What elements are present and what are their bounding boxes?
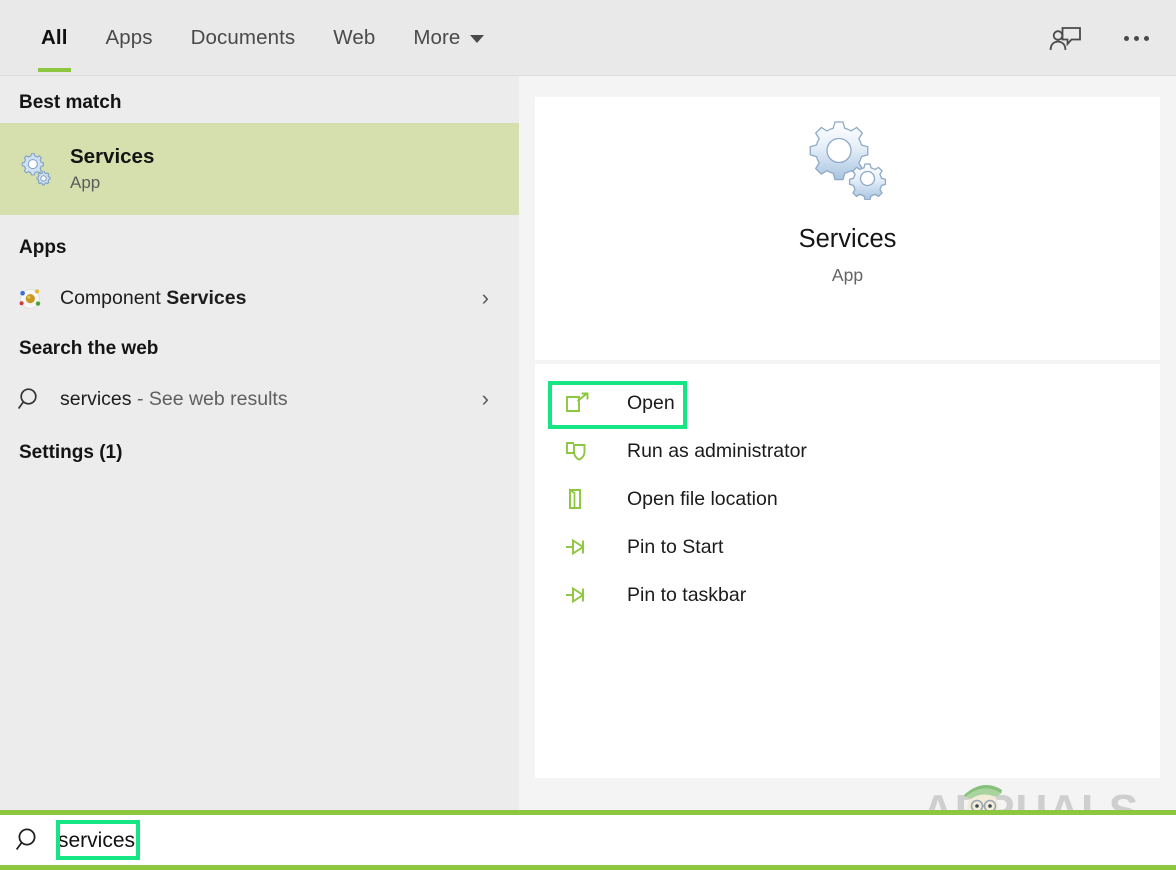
tab-more[interactable]: More (394, 0, 503, 76)
feedback-button[interactable] (1044, 16, 1088, 60)
results-list: Best match Services App Apps Component S… (0, 76, 519, 810)
preview-app-subtitle: App (831, 265, 864, 285)
tab-documents-label: Documents (190, 26, 296, 49)
feedback-person-icon (1049, 27, 1081, 51)
pin-icon (565, 535, 627, 559)
best-match-text: Services App (70, 145, 154, 192)
best-match-heading: Best match (19, 92, 122, 113)
app-hero: Services App (535, 97, 1160, 286)
web-result-query: services (60, 387, 132, 410)
chevron-right-icon[interactable]: › (482, 287, 489, 309)
search-bar[interactable]: services (0, 810, 1176, 870)
tab-all[interactable]: All (22, 0, 87, 76)
more-options-button[interactable] (1114, 16, 1158, 60)
action-run-as-administrator[interactable]: Run as administrator (535, 427, 1160, 475)
folder-open-icon (565, 487, 627, 511)
search-input[interactable]: services (58, 827, 139, 853)
tab-documents[interactable]: Documents (172, 0, 315, 76)
search-window: All Apps Documents Web More Best match S… (0, 0, 1176, 870)
text-cursor (136, 827, 139, 851)
component-services-match: Services (166, 286, 247, 309)
pin-icon (565, 583, 627, 607)
app-info-card: Services App (535, 97, 1160, 360)
tab-more-label: More (413, 26, 461, 49)
apps-heading: Apps (19, 237, 67, 258)
tab-bar: All Apps Documents Web More (0, 0, 1176, 76)
action-pin-to-start-label: Pin to Start (627, 535, 724, 558)
action-open[interactable]: Open (535, 379, 1160, 427)
open-external-icon (565, 391, 627, 415)
tab-apps[interactable]: Apps (87, 0, 172, 76)
search-icon (0, 826, 58, 854)
action-pin-to-taskbar[interactable]: Pin to taskbar (535, 571, 1160, 619)
action-pin-to-start[interactable]: Pin to Start (535, 523, 1160, 571)
component-services-icon (0, 285, 60, 311)
search-icon (0, 386, 60, 413)
best-match-subtitle: App (70, 173, 101, 192)
settings-heading: Settings (1) (19, 442, 123, 463)
web-result-suffix: - See web results (131, 387, 288, 410)
chevron-down-icon (470, 35, 485, 43)
tab-all-label: All (41, 26, 68, 49)
services-gears-icon (805, 120, 891, 205)
best-match-title: Services (70, 145, 155, 169)
ellipsis-icon (1123, 35, 1149, 41)
action-list: Open Run as administrator Open file loca… (535, 379, 1160, 619)
list-item-label: Component Services (60, 287, 246, 310)
list-item-component-services[interactable]: Component Services › (0, 271, 519, 325)
action-run-as-administrator-label: Run as administrator (627, 439, 807, 462)
action-open-file-location[interactable]: Open file location (535, 475, 1160, 523)
search-input-value: services (58, 829, 136, 852)
tab-bar-actions (1044, 0, 1158, 76)
action-open-file-location-label: Open file location (627, 487, 778, 510)
action-open-label: Open (627, 391, 675, 414)
preview-pane: Services App Open Run as administrator O… (519, 76, 1176, 810)
list-item-web-result[interactable]: services - See web results › (0, 372, 519, 426)
tab-web-label: Web (333, 26, 376, 49)
component-services-prefix: Component (60, 286, 167, 309)
search-the-web-heading: Search the web (19, 338, 159, 359)
tab-apps-label: Apps (105, 26, 153, 49)
preview-app-title: Services (798, 225, 897, 253)
tab-web[interactable]: Web (314, 0, 394, 76)
action-pin-to-taskbar-label: Pin to taskbar (627, 583, 747, 606)
chevron-right-icon[interactable]: › (482, 388, 489, 410)
tab-list: All Apps Documents Web More (22, 0, 503, 76)
web-result-label: services - See web results (60, 388, 288, 411)
services-gears-icon (0, 151, 70, 187)
best-match-result[interactable]: Services App (0, 123, 519, 215)
app-actions-card: Open Run as administrator Open file loca… (535, 364, 1160, 778)
shield-admin-icon (565, 439, 627, 463)
